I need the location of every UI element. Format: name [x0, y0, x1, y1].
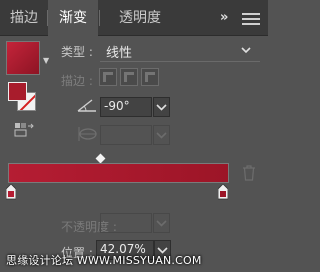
- color-stop-icon[interactable]: [6, 184, 16, 200]
- fill-swatch[interactable]: [8, 82, 27, 101]
- tab-gradient[interactable]: 渐变: [48, 0, 98, 37]
- opacity-input[interactable]: [100, 213, 152, 233]
- expand-panel-icon[interactable]: »: [220, 0, 234, 36]
- gradient-type-value: 线性: [106, 46, 133, 61]
- stroke-label: 描边 :: [61, 74, 93, 88]
- watermark-text: 思缘设计论坛 WWW.MISSYUAN.COM: [6, 254, 202, 267]
- chevron-down-icon: [156, 104, 167, 111]
- chevron-down-icon: [156, 220, 167, 227]
- aspect-ratio-icon: [78, 127, 97, 141]
- panel-menu-icon[interactable]: [242, 13, 260, 25]
- stroke-within-button[interactable]: [99, 68, 117, 86]
- gradient-slider[interactable]: [8, 163, 229, 183]
- gradient-preview-swatch[interactable]: [6, 41, 40, 75]
- aspect-ratio-input[interactable]: [100, 125, 152, 145]
- tab-transparency[interactable]: 透明度: [100, 0, 180, 36]
- angle-value: -90°: [104, 99, 130, 113]
- chevron-down-icon[interactable]: [240, 44, 252, 56]
- stroke-across-button[interactable]: [141, 68, 159, 86]
- type-label: 类型 :: [61, 45, 93, 59]
- color-stop-icon[interactable]: [218, 184, 228, 200]
- angle-dropdown[interactable]: [153, 97, 170, 117]
- trash-icon[interactable]: [242, 165, 256, 181]
- opacity-dropdown[interactable]: [153, 213, 170, 233]
- chevron-down-icon: [156, 132, 167, 139]
- reverse-gradient-icon[interactable]: [14, 122, 34, 138]
- stroke-along-button[interactable]: [120, 68, 138, 86]
- swatch-dropdown-icon[interactable]: ▼: [43, 56, 49, 65]
- tab-stroke[interactable]: 描边: [2, 0, 46, 36]
- gradient-midpoint-handle[interactable]: [95, 153, 106, 164]
- angle-icon: [77, 99, 96, 112]
- aspect-ratio-dropdown[interactable]: [153, 125, 170, 145]
